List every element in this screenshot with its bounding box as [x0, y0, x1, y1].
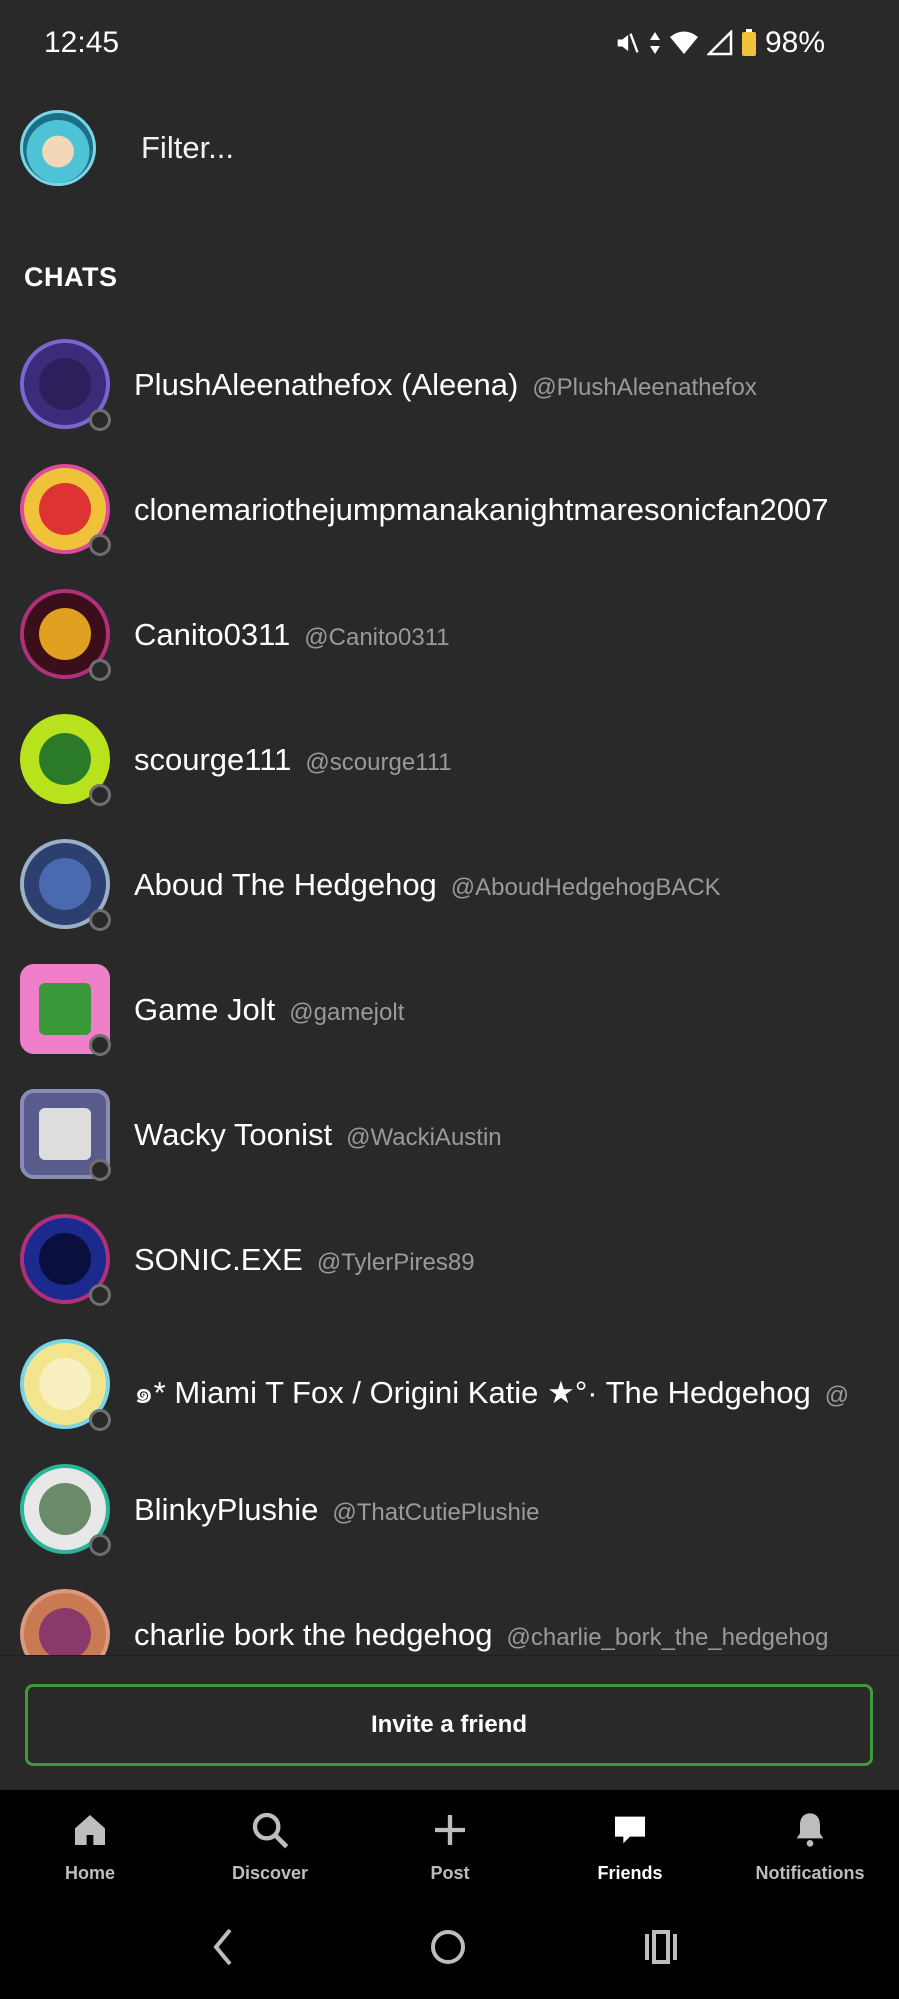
- bell-icon: [790, 1810, 830, 1855]
- chat-row[interactable]: BlinkyPlushie @ThatCutiePlushie: [0, 1450, 899, 1575]
- search-icon: [250, 1810, 290, 1855]
- chat-row[interactable]: PlushAleenathefox (Aleena) @PlushAleenath…: [0, 325, 899, 450]
- chat-name: Canito0311: [134, 617, 291, 652]
- chat-handle: @scourge111: [305, 749, 452, 776]
- chat-row[interactable]: Game Jolt @gamejolt: [0, 950, 899, 1075]
- chat-handle: @AboudHedgehogBACK: [450, 874, 721, 901]
- invite-section: Invite a friend: [0, 1655, 899, 1791]
- back-icon[interactable]: [208, 1924, 238, 1975]
- chat-list[interactable]: PlushAleenathefox (Aleena) @PlushAleenath…: [0, 325, 899, 1655]
- home-circle-icon[interactable]: [425, 1924, 471, 1975]
- chat-row[interactable]: Wacky Toonist @WackiAustin: [0, 1075, 899, 1200]
- presence-indicator: [89, 409, 111, 431]
- chat-name: charlie bork the hedgehog: [134, 1617, 493, 1652]
- chat-name: clonemariothejumpmanakanightmaresonicfan…: [134, 492, 829, 527]
- nav-label: Friends: [597, 1863, 663, 1883]
- cell-signal-icon: [706, 30, 733, 56]
- nav-post[interactable]: Post: [360, 1790, 540, 1900]
- nav-label: Post: [430, 1863, 470, 1883]
- presence-indicator: [89, 1284, 111, 1306]
- plus-icon: [430, 1810, 470, 1855]
- status-bar: 12:45 98%: [0, 0, 899, 90]
- chat-row[interactable]: ๑* Miami T Fox / Origini Katie ★°· The H…: [0, 1325, 899, 1450]
- bottom-nav: Home Discover Post Friends Notifications: [0, 1790, 899, 1900]
- chat-name: Game Jolt: [134, 992, 276, 1027]
- chat-bubble-icon: [610, 1810, 650, 1855]
- invite-friend-button[interactable]: Invite a friend: [25, 1684, 873, 1766]
- status-time: 12:45: [44, 26, 120, 59]
- data-arrows-icon: [649, 30, 661, 56]
- home-icon: [70, 1810, 110, 1855]
- chat-handle: @gamejolt: [289, 999, 405, 1026]
- chat-name: ๑* Miami T Fox / Origini Katie ★°· The H…: [134, 1375, 811, 1410]
- nav-label: Notifications: [755, 1863, 865, 1883]
- presence-indicator: [89, 1159, 111, 1181]
- chat-handle: @ThatCutiePlushie: [332, 1499, 540, 1526]
- wifi-icon: [669, 30, 699, 56]
- filter-input[interactable]: Filter...: [141, 130, 234, 166]
- system-nav: [0, 1900, 899, 1999]
- chat-name: BlinkyPlushie: [134, 1492, 319, 1527]
- nav-discover[interactable]: Discover: [180, 1790, 360, 1900]
- filter-row[interactable]: Filter...: [20, 108, 880, 190]
- presence-indicator: [89, 909, 111, 931]
- nav-notifications[interactable]: Notifications: [720, 1790, 899, 1900]
- user-avatar[interactable]: [20, 110, 96, 186]
- presence-indicator: [89, 534, 111, 556]
- mute-icon: [613, 29, 641, 57]
- presence-indicator: [89, 784, 111, 806]
- avatar: [20, 1589, 110, 1655]
- status-icons: 98%: [613, 26, 825, 60]
- chat-name: Wacky Toonist: [134, 1117, 333, 1152]
- nav-friends[interactable]: Friends: [540, 1790, 720, 1900]
- chat-row[interactable]: Aboud The Hedgehog @AboudHedgehogBACK: [0, 825, 899, 950]
- chat-row[interactable]: Canito0311 @Canito0311: [0, 575, 899, 700]
- chat-name: scourge111: [134, 742, 292, 777]
- chat-handle: @PlushAleenathefox: [532, 374, 757, 401]
- chat-handle: @WackiAustin: [346, 1124, 502, 1151]
- presence-indicator: [89, 1034, 111, 1056]
- chat-row[interactable]: clonemariothejumpmanakanightmaresonicfan…: [0, 450, 899, 575]
- recents-icon[interactable]: [641, 1924, 681, 1975]
- nav-home[interactable]: Home: [0, 1790, 180, 1900]
- nav-label: Home: [64, 1863, 115, 1883]
- presence-indicator: [89, 1409, 111, 1431]
- chat-name: Aboud The Hedgehog: [134, 867, 437, 902]
- section-title-chats: CHATS: [24, 262, 118, 292]
- chat-name: PlushAleenathefox (Aleena): [134, 367, 519, 402]
- chat-handle: @charlie_bork_the_hedgehog: [506, 1624, 829, 1651]
- chat-handle: @TylerPires89: [316, 1249, 475, 1276]
- chat-handle: @Canito0311: [304, 624, 450, 651]
- chat-name: SONIC.EXE: [134, 1242, 303, 1277]
- chat-row[interactable]: charlie bork the hedgehog @charlie_bork_t…: [0, 1575, 899, 1655]
- presence-indicator: [89, 659, 111, 681]
- battery-percent: 98%: [764, 26, 825, 59]
- battery-icon: [741, 29, 757, 57]
- chat-row[interactable]: SONIC.EXE @TylerPires89: [0, 1200, 899, 1325]
- chat-handle: @: [824, 1382, 850, 1409]
- nav-label: Discover: [231, 1863, 309, 1883]
- chat-row[interactable]: scourge111 @scourge111: [0, 700, 899, 825]
- presence-indicator: [89, 1534, 111, 1556]
